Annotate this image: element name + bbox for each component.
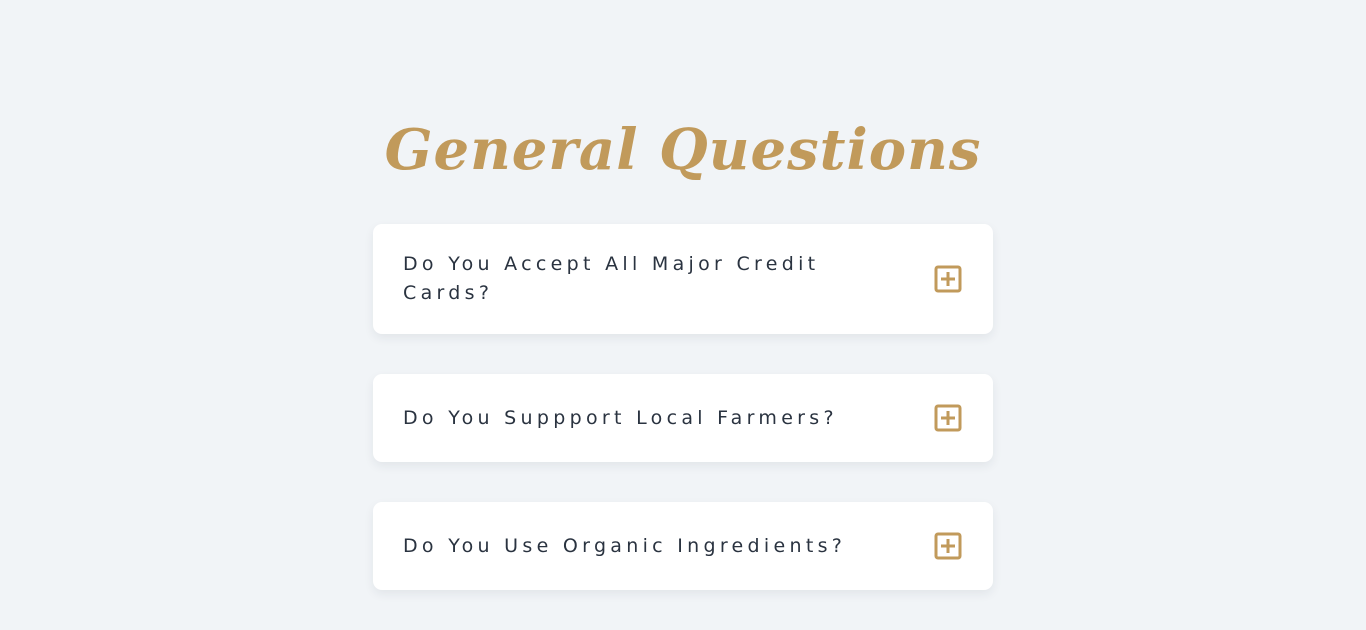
faq-question: Do You Use Organic Ingredients? [403, 534, 847, 557]
plus-square-icon[interactable] [934, 404, 962, 432]
section-title: General Questions [384, 116, 982, 183]
faq-question: Do You Suppport Local Farmers? [403, 406, 838, 429]
faq-item[interactable]: Do You Use Organic Ingredients? [373, 502, 993, 590]
plus-square-icon[interactable] [934, 532, 962, 560]
faq-item[interactable]: Do You Suppport Local Farmers? [373, 374, 993, 462]
faq-item[interactable]: Do You Accept All Major Credit Cards? [373, 224, 993, 334]
faq-question: Do You Accept All Major Credit Cards? [403, 253, 820, 304]
plus-square-icon[interactable] [934, 265, 962, 293]
faq-section: General Questions Do You Accept All Majo… [0, 0, 1366, 630]
